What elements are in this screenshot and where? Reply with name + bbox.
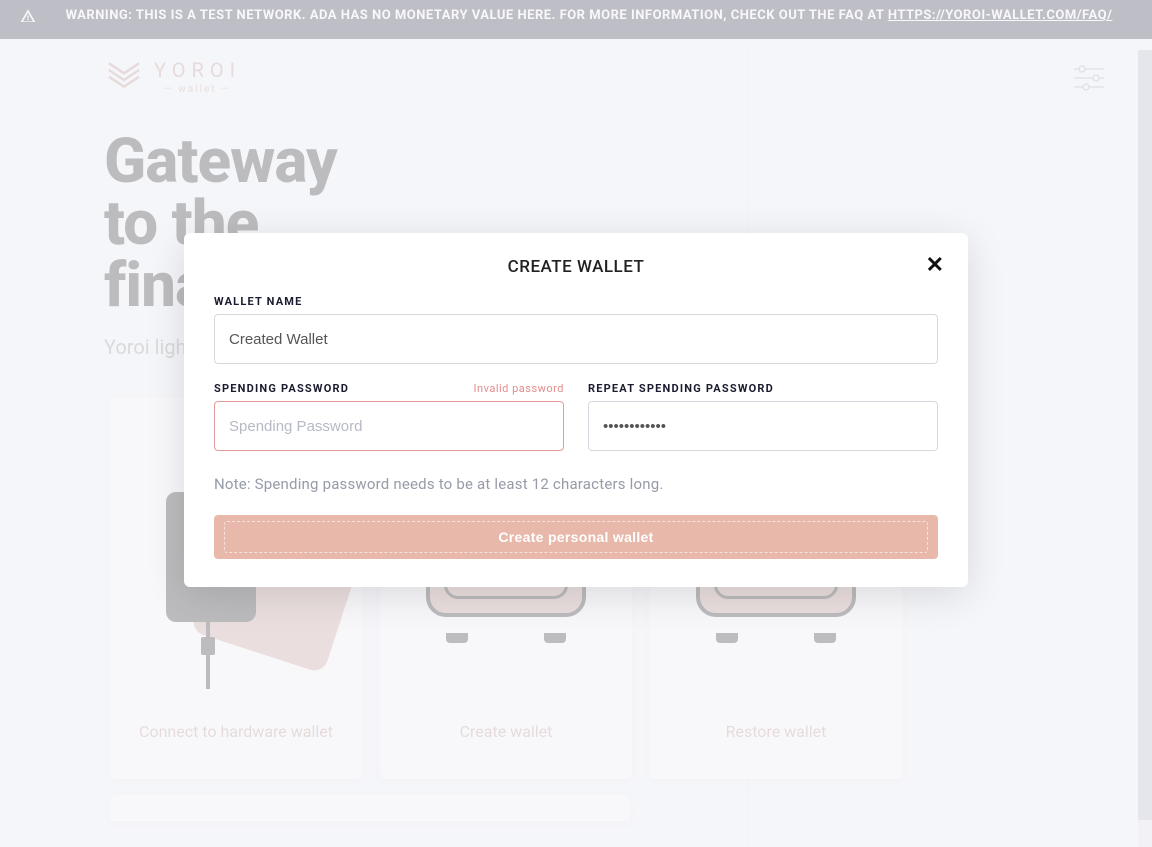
spending-password-input[interactable]	[214, 401, 564, 451]
wallet-name-group: WALLET NAME	[214, 295, 938, 364]
modal-title: CREATE WALLET	[214, 257, 938, 277]
spending-password-error: Invalid password	[474, 382, 564, 395]
close-icon[interactable]: ✕	[926, 255, 944, 277]
spending-password-label: SPENDING PASSWORD	[214, 382, 349, 395]
repeat-password-group: REPEAT SPENDING PASSWORD	[588, 382, 938, 451]
wallet-name-input[interactable]	[214, 314, 938, 364]
create-wallet-modal: CREATE WALLET ✕ WALLET NAME SPENDING PAS…	[184, 233, 968, 587]
repeat-password-label: REPEAT SPENDING PASSWORD	[588, 382, 774, 395]
spending-password-group: SPENDING PASSWORD Invalid password	[214, 382, 564, 451]
password-note: Note: Spending password needs to be at l…	[214, 475, 938, 493]
create-personal-wallet-button[interactable]: Create personal wallet	[214, 515, 938, 559]
repeat-password-input[interactable]	[588, 401, 938, 451]
wallet-name-label: WALLET NAME	[214, 295, 303, 308]
